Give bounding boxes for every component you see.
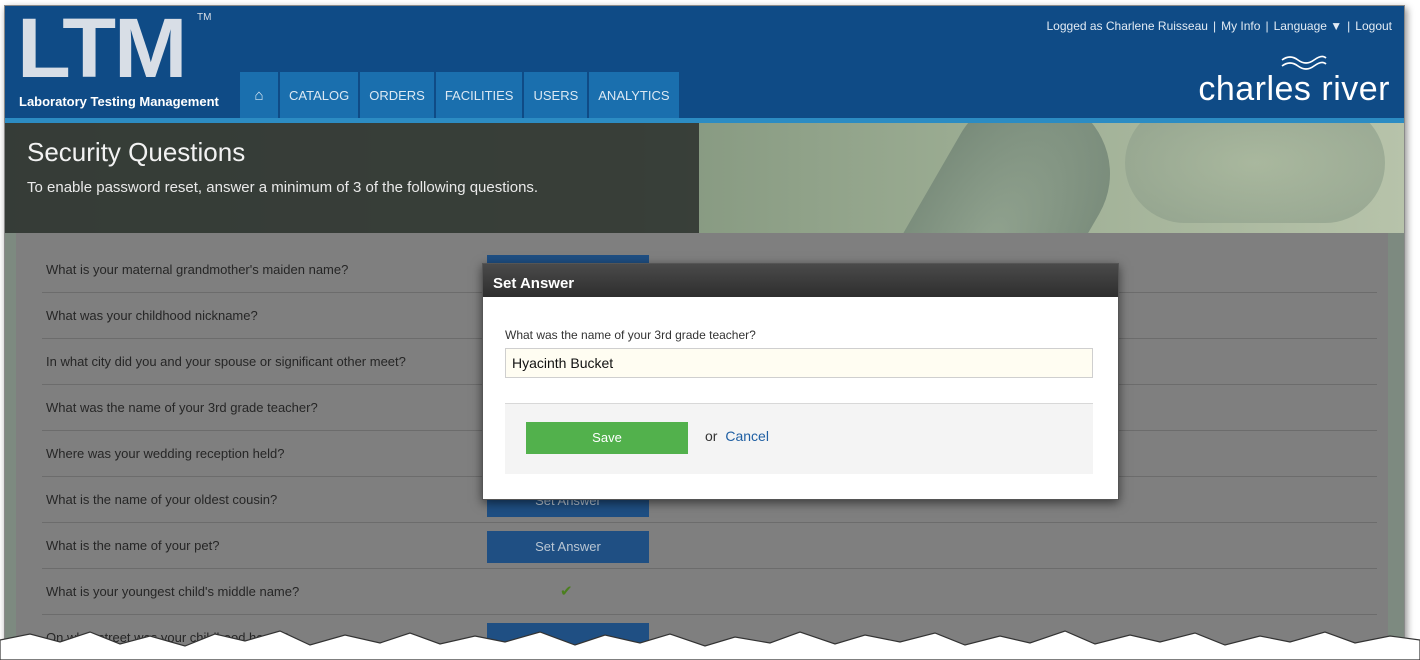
answer-input[interactable] bbox=[505, 348, 1093, 378]
header: LTM TM Laboratory Testing Management ⌂ C… bbox=[5, 6, 1404, 123]
app-window: LTM TM Laboratory Testing Management ⌂ C… bbox=[4, 5, 1405, 647]
nav-users[interactable]: USERS bbox=[524, 72, 588, 118]
save-button[interactable]: Save bbox=[526, 422, 688, 454]
question-text: What is your youngest child's middle nam… bbox=[46, 584, 300, 599]
dialog-question-label: What was the name of your 3rd grade teac… bbox=[505, 328, 756, 342]
waves-icon bbox=[1281, 55, 1327, 70]
question-text: In what city did you and your spouse or … bbox=[46, 354, 406, 369]
logo-subtitle: Laboratory Testing Management bbox=[19, 94, 219, 109]
brand-logo: charles river bbox=[1198, 54, 1390, 108]
question-text: What is your maternal grandmother's maid… bbox=[46, 262, 349, 277]
banner-title-box: Security Questions To enable password re… bbox=[5, 123, 699, 233]
home-icon: ⌂ bbox=[254, 87, 264, 104]
question-text: What is the name of your oldest cousin? bbox=[46, 492, 278, 507]
question-text: What is the name of your pet? bbox=[46, 538, 220, 553]
question-text: What was your childhood nickname? bbox=[46, 308, 258, 323]
nav-catalog[interactable]: CATALOG bbox=[280, 72, 359, 118]
banner-image bbox=[840, 123, 1140, 233]
main-nav: ⌂ CATALOG ORDERS FACILITIES USERS ANALYT… bbox=[240, 72, 681, 118]
question-row: What is the name of your pet? Set Answer bbox=[42, 523, 1377, 569]
nav-orders[interactable]: ORDERS bbox=[360, 72, 434, 118]
language-menu[interactable]: Language ▼ bbox=[1274, 19, 1343, 33]
checkmark-icon: ✔ bbox=[560, 583, 573, 600]
set-answer-button[interactable]: Set Answer bbox=[487, 531, 649, 563]
page-title: Security Questions bbox=[27, 137, 246, 167]
set-answer-dialog: Set Answer What was the name of your 3rd… bbox=[482, 263, 1119, 500]
dialog-footer: Save or Cancel bbox=[505, 403, 1093, 474]
question-text: What was the name of your 3rd grade teac… bbox=[46, 400, 318, 415]
brand-name: charles river bbox=[1198, 70, 1390, 108]
trademark-mark: TM bbox=[197, 12, 212, 23]
logged-in-user: Logged as Charlene Ruisseau bbox=[1046, 19, 1208, 33]
page-banner: Security Questions To enable password re… bbox=[5, 123, 1404, 233]
torn-edge bbox=[0, 630, 1420, 660]
or-label: or bbox=[705, 428, 718, 444]
logout-link[interactable]: Logout bbox=[1355, 19, 1392, 33]
banner-image-detail bbox=[1125, 123, 1385, 223]
nav-facilities[interactable]: FACILITIES bbox=[435, 72, 523, 118]
nav-analytics[interactable]: ANALYTICS bbox=[589, 72, 679, 118]
account-links: Logged as Charlene Ruisseau | My Info | Lang… bbox=[1046, 19, 1393, 33]
ltm-logo[interactable]: LTM bbox=[17, 6, 187, 92]
my-info-link[interactable]: My Info bbox=[1221, 19, 1260, 33]
question-text: Where was your wedding reception held? bbox=[46, 446, 285, 461]
question-row: What is your youngest child's middle nam… bbox=[42, 569, 1377, 615]
cancel-link[interactable]: Cancel bbox=[725, 428, 769, 444]
or-separator: or Cancel bbox=[705, 428, 769, 444]
nav-home[interactable]: ⌂ bbox=[240, 72, 278, 118]
dialog-title: Set Answer bbox=[483, 264, 1118, 297]
page-subtitle: To enable password reset, answer a minim… bbox=[27, 179, 539, 196]
